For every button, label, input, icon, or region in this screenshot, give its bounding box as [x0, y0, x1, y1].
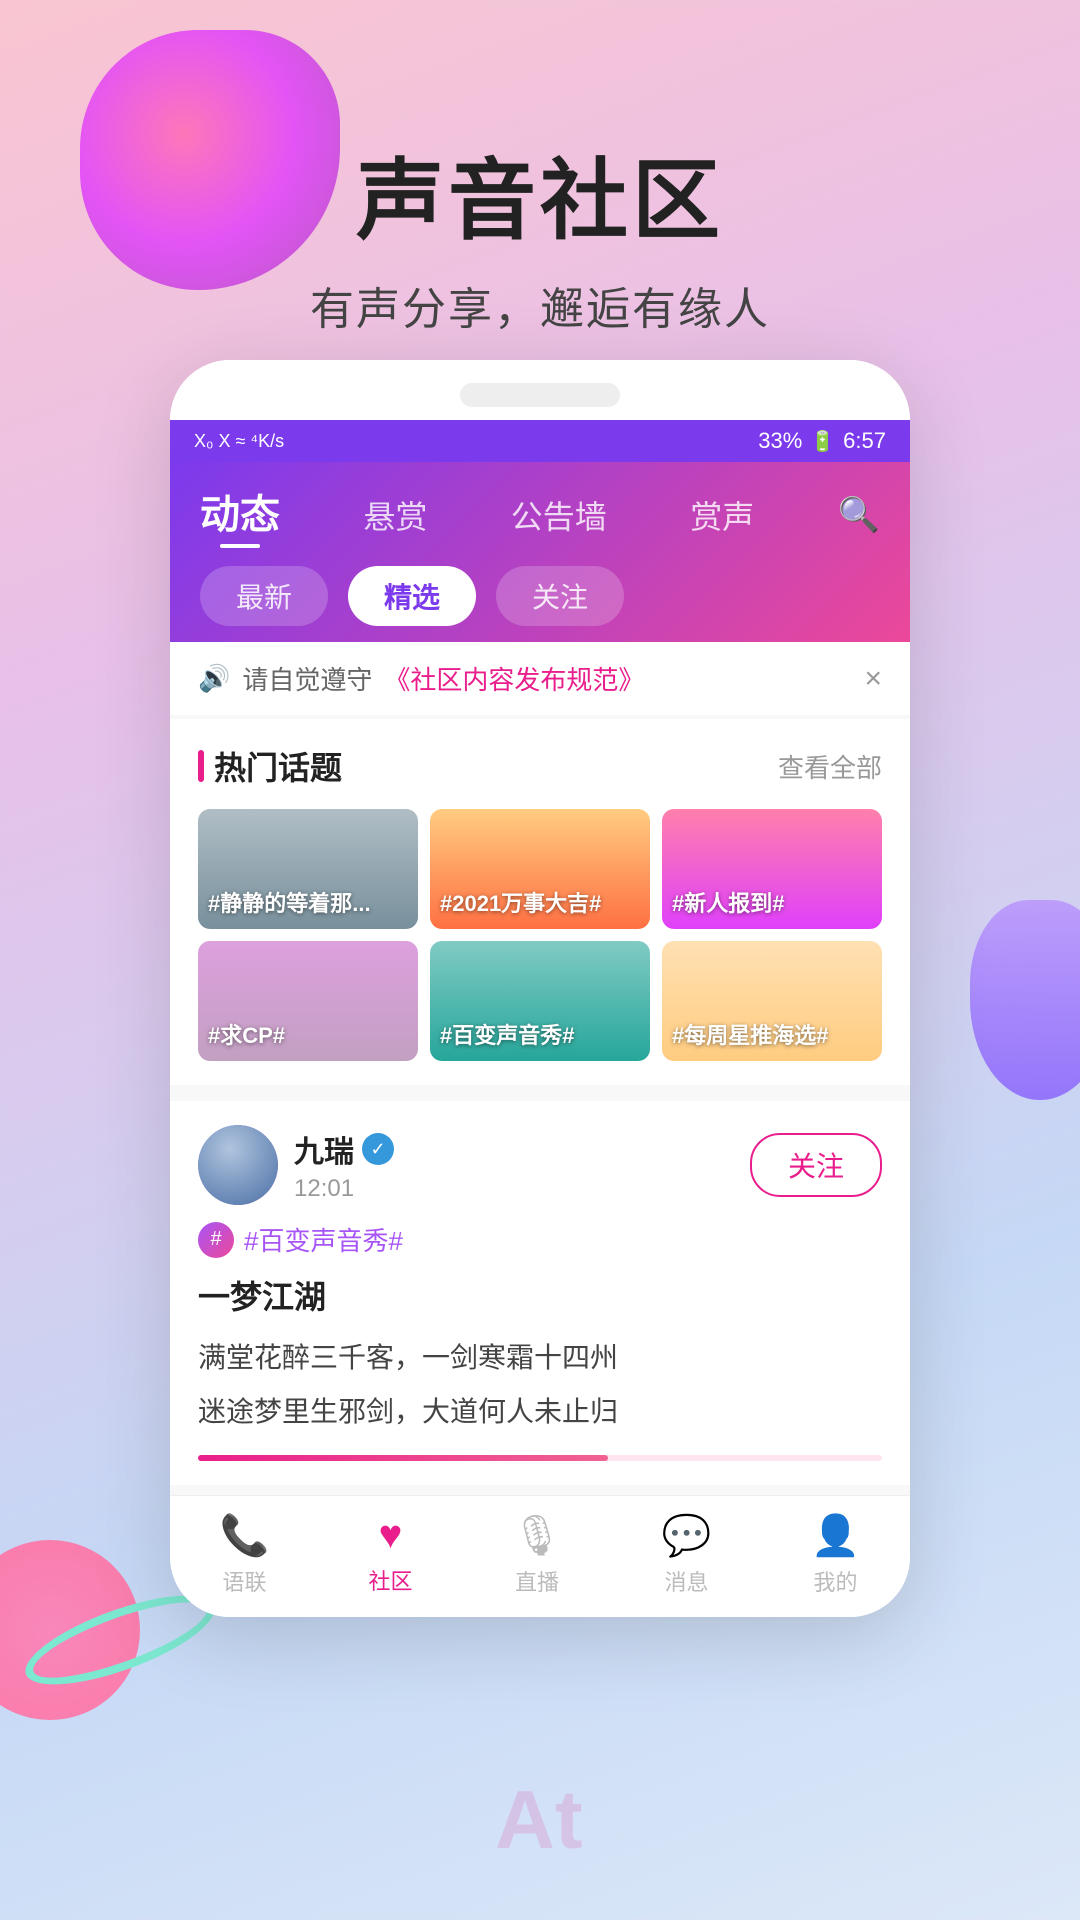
nav-item-wode[interactable]: 👤 我的: [811, 1512, 861, 1597]
pill-jingxuan[interactable]: 精选: [348, 566, 476, 626]
post-content: 满堂花醉三千客，一剑寒霜十四州 迷途梦里生邪剑，大道何人未止归: [198, 1334, 882, 1435]
notice-link[interactable]: 《社区内容发布规范》: [384, 660, 644, 697]
avatar-image: [198, 1125, 278, 1205]
hero-subtitle: 有声分享，邂逅有缘人: [0, 273, 1080, 337]
topic-bg-6: #每周星推海选#: [662, 941, 882, 1061]
bottom-nav: 📞 语联 ♥ 社区 🎙 直播 💬 消息 👤 我的: [170, 1495, 910, 1617]
post-content-line-2: 迷途梦里生邪剑，大道何人未止归: [198, 1388, 882, 1436]
topic-item-1[interactable]: #静静的等着那...: [198, 809, 418, 929]
post-time: 12:01: [294, 1175, 394, 1203]
topic-item-4[interactable]: #求CP#: [198, 941, 418, 1061]
battery-icon: 🔋: [810, 429, 835, 454]
xiaoxi-icon: 💬: [662, 1512, 712, 1559]
topic-bg-4: #求CP#: [198, 941, 418, 1061]
audio-progress-bar[interactable]: [198, 1455, 882, 1461]
phone-mockup: X₀ X ≈ ⁴K/s 33% 🔋 6:57 动态 悬赏 公告墙 赏声 🔍 最新…: [170, 360, 910, 1617]
status-bar-left: X₀ X ≈ ⁴K/s: [194, 431, 284, 452]
post-header: 九瑞 ✓ 12:01 关注: [198, 1125, 882, 1205]
post-user: 九瑞 ✓ 12:01: [198, 1125, 394, 1205]
topic-label-3: #新人报到#: [672, 890, 784, 919]
shequ-icon: ♥: [379, 1513, 403, 1558]
shequ-label: 社区: [369, 1564, 413, 1596]
notice-speaker-icon: 🔊: [198, 663, 230, 694]
nav-item-shequ[interactable]: ♥ 社区: [369, 1513, 413, 1596]
tag-icon: #: [198, 1222, 234, 1258]
post-tag: # #百变声音秀#: [198, 1221, 882, 1258]
notice-left: 🔊 请自觉遵守 《社区内容发布规范》: [198, 660, 644, 697]
post-card: 九瑞 ✓ 12:01 关注 # #百变声音秀# 一梦江湖 满堂花醉三千客，一剑寒…: [170, 1101, 910, 1485]
topic-label-2: #2021万事大吉#: [440, 890, 601, 919]
topic-bg-2: #2021万事大吉#: [430, 809, 650, 929]
topic-item-6[interactable]: #每周星推海选#: [662, 941, 882, 1061]
topic-grid: #静静的等着那... #2021万事大吉# #新人报到# #求CP#: [198, 809, 882, 1061]
notice-prefix: 请自觉遵守: [242, 660, 372, 697]
user-name: 九瑞: [294, 1127, 354, 1171]
battery-text: 33%: [758, 428, 802, 454]
post-content-line-1: 满堂花醉三千客，一剑寒霜十四州: [198, 1334, 882, 1382]
avatar: [198, 1125, 278, 1205]
topic-bg-1: #静静的等着那...: [198, 809, 418, 929]
tab-dongtai[interactable]: 动态: [200, 482, 280, 548]
nav-item-zhibo[interactable]: 🎙 直播: [512, 1512, 563, 1597]
signal-icons: X₀ X ≈ ⁴K/s: [194, 431, 284, 452]
phone-notch: [460, 383, 620, 407]
yulian-label: 语联: [222, 1565, 266, 1597]
topic-bg-3: #新人报到#: [662, 809, 882, 929]
zhibo-label: 直播: [515, 1565, 559, 1597]
hero-title: 声音社区: [0, 130, 1080, 257]
status-bar-right: 33% 🔋 6:57: [758, 428, 886, 454]
app-header: 动态 悬赏 公告墙 赏声 🔍 最新 精选 关注: [170, 462, 910, 642]
filter-pills: 最新 精选 关注: [200, 566, 880, 626]
status-bar: X₀ X ≈ ⁴K/s 33% 🔋 6:57: [170, 420, 910, 462]
notice-close-icon[interactable]: ×: [864, 662, 882, 696]
wode-icon: 👤: [811, 1512, 861, 1559]
at-watermark: At: [495, 1772, 583, 1868]
verified-badge: ✓: [362, 1133, 394, 1165]
section-title: 热门话题: [198, 743, 342, 789]
pill-guanzhu[interactable]: 关注: [496, 566, 624, 626]
hero-section: 声音社区 有声分享，邂逅有缘人: [0, 130, 1080, 337]
topic-label-5: #百变声音秀#: [440, 1022, 574, 1051]
section-header: 热门话题 查看全部: [198, 743, 882, 789]
blob-right: [970, 900, 1080, 1100]
tab-xueshang[interactable]: 悬赏: [363, 492, 427, 538]
nav-tabs: 动态 悬赏 公告墙 赏声 🔍: [200, 482, 880, 548]
follow-button[interactable]: 关注: [750, 1133, 882, 1197]
content-area: 🔊 请自觉遵守 《社区内容发布规范》 × 热门话题 查看全部 #静静的等着那..…: [170, 642, 910, 1495]
time-display: 6:57: [843, 428, 886, 454]
user-name-row: 九瑞 ✓: [294, 1127, 394, 1171]
yulian-icon: 📞: [220, 1512, 270, 1559]
pill-zuixin[interactable]: 最新: [200, 566, 328, 626]
nav-item-yulian[interactable]: 📞 语联: [220, 1512, 270, 1597]
hot-topics-section: 热门话题 查看全部 #静静的等着那... #2021万事大吉# #新人报到#: [170, 719, 910, 1085]
search-button[interactable]: 🔍: [838, 495, 880, 535]
topic-bg-5: #百变声音秀#: [430, 941, 650, 1061]
topic-item-3[interactable]: #新人报到#: [662, 809, 882, 929]
topic-label-4: #求CP#: [208, 1022, 285, 1051]
tab-shangsheng[interactable]: 赏声: [690, 492, 754, 538]
audio-progress-fill: [198, 1455, 608, 1461]
zhibo-icon: 🎙: [512, 1512, 563, 1559]
topic-item-2[interactable]: #2021万事大吉#: [430, 809, 650, 929]
nav-item-xiaoxi[interactable]: 💬 消息: [662, 1512, 712, 1597]
tab-gonggaoqiang[interactable]: 公告墙: [511, 492, 607, 538]
wode-label: 我的: [813, 1565, 857, 1597]
topic-label-1: #静静的等着那...: [208, 890, 371, 919]
notice-banner: 🔊 请自觉遵守 《社区内容发布规范》 ×: [170, 642, 910, 715]
tag-text: #百变声音秀#: [244, 1221, 403, 1258]
phone-top-bar: [170, 360, 910, 420]
topic-label-6: #每周星推海选#: [672, 1022, 828, 1051]
topic-item-5[interactable]: #百变声音秀#: [430, 941, 650, 1061]
post-title: 一梦江湖: [198, 1272, 882, 1318]
view-all-button[interactable]: 查看全部: [778, 748, 882, 785]
user-info: 九瑞 ✓ 12:01: [294, 1127, 394, 1203]
xiaoxi-label: 消息: [664, 1565, 708, 1597]
